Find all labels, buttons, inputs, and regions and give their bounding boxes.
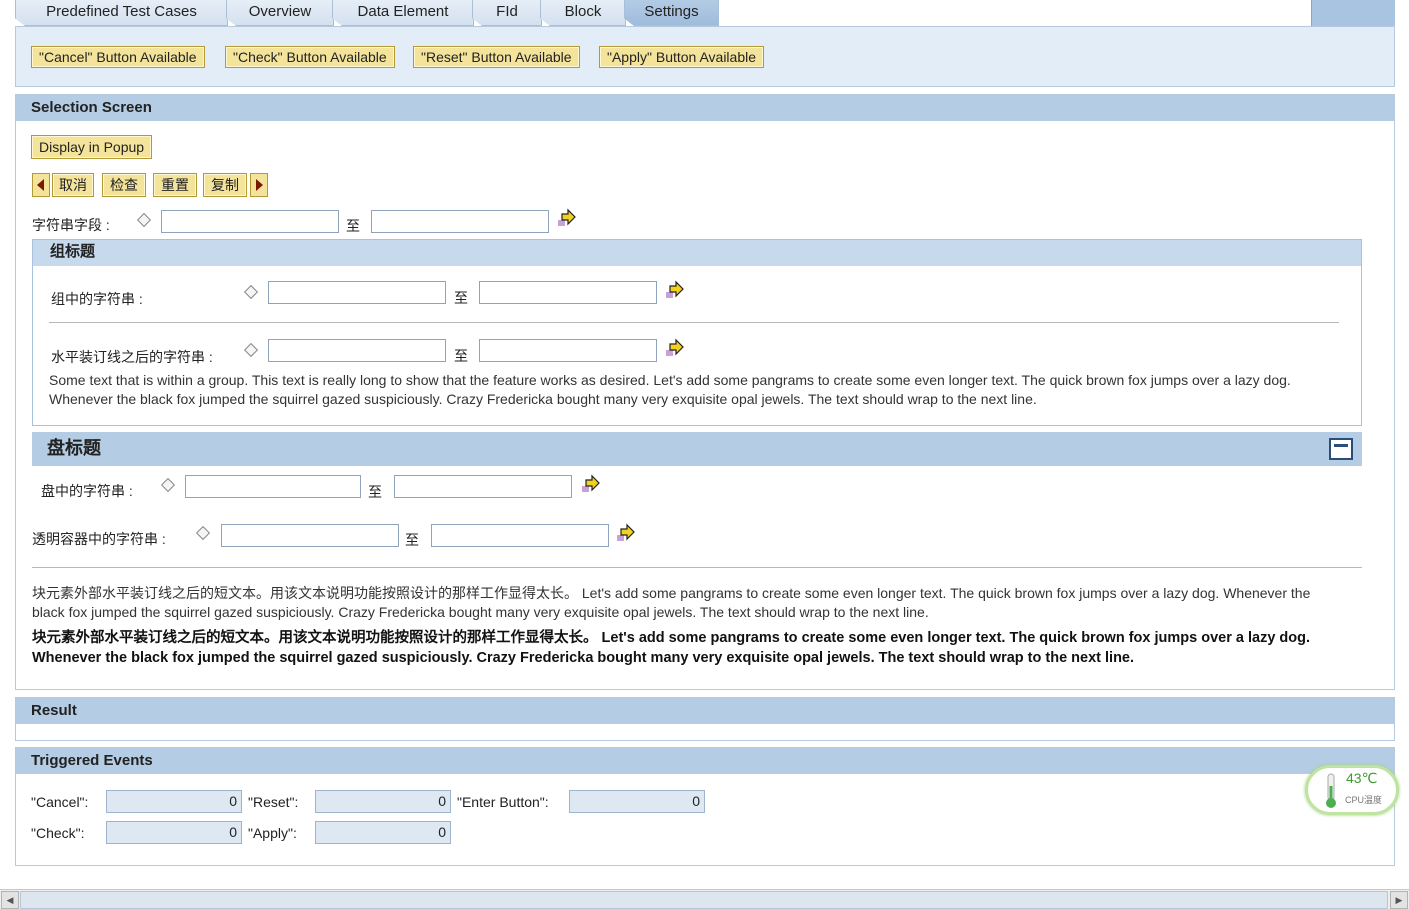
cancel-event-count: 0 (106, 790, 242, 813)
tray-title: 盘标题 (32, 432, 1362, 466)
reset-event-label: "Reset": (248, 794, 299, 810)
selection-screen-title: Selection Screen (16, 95, 1394, 121)
to-label: 至 (405, 532, 419, 548)
check-available-button[interactable]: "Check" Button Available (225, 46, 395, 68)
select-option-icon[interactable] (243, 284, 259, 300)
select-option-icon[interactable] (243, 342, 259, 358)
apply-event-label: "Apply": (248, 825, 297, 841)
select-option-icon[interactable] (136, 212, 152, 228)
tray-field1-label: 盘中的字符串 : (41, 483, 133, 499)
multiple-selection-icon[interactable] (557, 208, 577, 228)
group-box: 组标题 组中的字符串 : 至 水平装订线之后的字符串 : 至 Some text… (32, 239, 1362, 426)
result-title: Result (16, 698, 1394, 724)
horizontal-divider (32, 567, 1362, 568)
collapse-tray-button[interactable] (1329, 438, 1353, 460)
group-field2-label: 水平装订线之后的字符串 : (51, 349, 213, 365)
tray-field2-label: 透明容器中的字符串 : (32, 531, 166, 547)
multiple-selection-icon[interactable] (665, 280, 685, 300)
horizontal-divider (49, 322, 1339, 323)
group-field1-low-input[interactable] (268, 281, 446, 304)
to-label: 至 (368, 484, 382, 500)
tab-overview[interactable]: Overview (226, 0, 334, 26)
cancel-event-label: "Cancel": (31, 794, 89, 810)
select-option-icon[interactable] (195, 525, 211, 541)
triangle-left-icon (37, 179, 44, 191)
tab-settings[interactable]: Settings (624, 0, 719, 26)
apply-available-button[interactable]: "Apply" Button Available (599, 46, 765, 68)
group-field1-high-input[interactable] (479, 281, 657, 304)
cancel-available-button[interactable]: "Cancel" Button Available (31, 46, 205, 68)
multiple-selection-icon[interactable] (616, 523, 636, 543)
reset-event-count: 0 (315, 790, 451, 813)
group-text: Some text that is within a group. This t… (49, 372, 1291, 407)
popup-reset-button[interactable]: 重置 (153, 173, 197, 197)
minimize-icon (1334, 444, 1348, 447)
selection-screen-panel: Selection Screen Display in Popup 取消 检查 … (15, 94, 1395, 690)
popup-cancel-button[interactable]: 取消 (52, 173, 94, 197)
tab-predefined-test-cases[interactable]: Predefined Test Cases (15, 0, 228, 26)
multiple-selection-icon[interactable] (581, 474, 601, 494)
popup-nav-buttons: 取消 检查 重置 复制 (32, 173, 268, 197)
tab-bar: Predefined Test Cases Overview Data Elem… (15, 0, 1395, 26)
tray-field1-low-input[interactable] (185, 475, 361, 498)
check-event-count: 0 (106, 821, 242, 844)
block-text-normal: 块元素外部水平装订线之后的短文本。用该文本说明功能按照设计的那样工作显得太长。 … (32, 585, 1311, 620)
popup-check-button[interactable]: 检查 (102, 173, 146, 197)
settings-toolbar: "Cancel" Button Available "Check" Button… (15, 26, 1395, 87)
multiple-selection-icon[interactable] (665, 338, 685, 358)
to-label: 至 (454, 348, 468, 364)
prev-arrow-button[interactable] (32, 173, 50, 197)
group-field2-low-input[interactable] (268, 339, 446, 362)
cpu-temperature-value: 43℃ (1346, 770, 1378, 786)
enter-event-count: 0 (569, 790, 705, 813)
group-field1-label: 组中的字符串 : (51, 291, 143, 307)
thermometer-icon (1326, 773, 1336, 808)
tab-block[interactable]: Block (540, 0, 626, 26)
to-label: 至 (346, 218, 360, 234)
check-event-label: "Check": (31, 825, 85, 841)
next-arrow-button[interactable] (250, 173, 268, 197)
tab-bar-end (1311, 0, 1395, 26)
tray-field1-high-input[interactable] (394, 475, 572, 498)
display-in-popup-button[interactable]: Display in Popup (31, 135, 153, 159)
tab-data-element[interactable]: Data Element (332, 0, 474, 26)
horizontal-scrollbar[interactable]: ◀ ▶ (0, 889, 1409, 909)
scroll-left-icon[interactable]: ◀ (1, 891, 19, 909)
triggered-events-panel: Triggered Events "Cancel": 0 "Reset": 0 … (15, 747, 1395, 866)
scroll-right-icon[interactable]: ▶ (1390, 891, 1408, 909)
enter-event-label: "Enter Button": (457, 794, 549, 810)
group-title: 组标题 (33, 240, 1361, 266)
string-field-high-input[interactable] (371, 210, 549, 233)
tab-fid[interactable]: FId (472, 0, 542, 26)
cpu-temperature-widget[interactable]: 43℃ CPU温度 (1305, 765, 1399, 815)
tray-field2-low-input[interactable] (221, 524, 399, 547)
triggered-events-title: Triggered Events (16, 748, 1394, 774)
apply-event-count: 0 (315, 821, 451, 844)
cpu-temperature-label: CPU温度 (1345, 795, 1383, 805)
reset-available-button[interactable]: "Reset" Button Available (413, 46, 580, 68)
group-field2-high-input[interactable] (479, 339, 657, 362)
scrollbar-thumb[interactable] (20, 891, 1388, 909)
popup-copy-button[interactable]: 复制 (203, 173, 247, 197)
select-option-icon[interactable] (160, 477, 176, 493)
triangle-right-icon (256, 179, 263, 191)
result-panel: Result (15, 697, 1395, 741)
block-text-bold: 块元素外部水平装订线之后的短文本。用该文本说明功能按照设计的那样工作显得太长。 … (32, 630, 1311, 666)
tray-field2-high-input[interactable] (431, 524, 609, 547)
to-label: 至 (454, 290, 468, 306)
string-field-low-input[interactable] (161, 210, 339, 233)
string-field-label: 字符串字段 : (32, 217, 110, 233)
